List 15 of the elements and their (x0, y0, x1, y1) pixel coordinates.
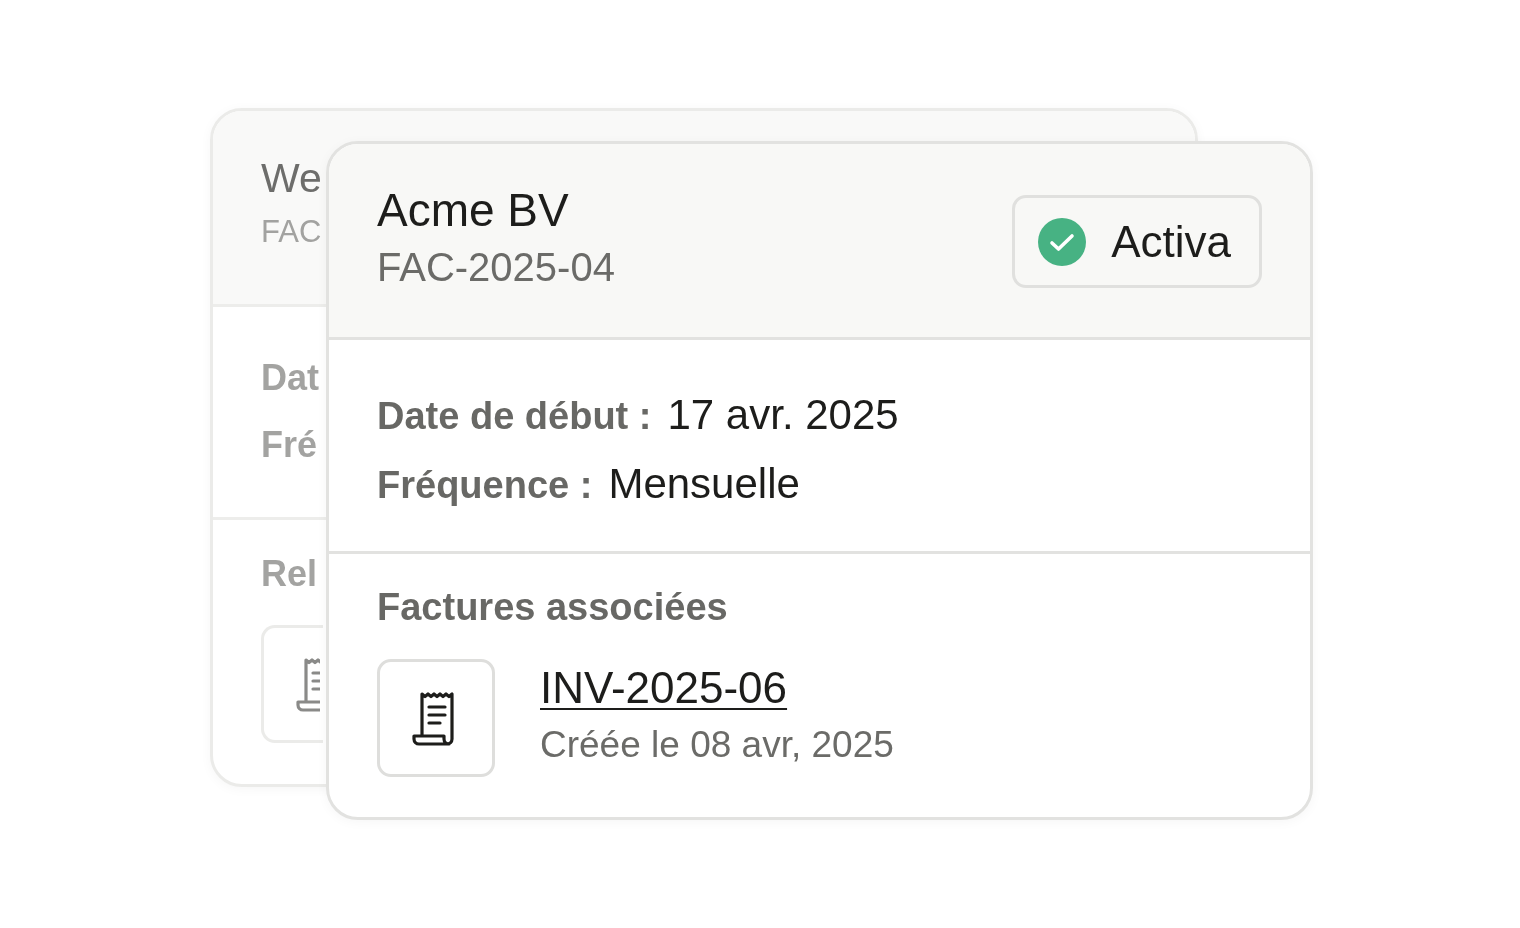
field-value: Mensuelle (608, 459, 800, 509)
card-title: We (261, 154, 322, 203)
field-label: Fré (261, 423, 318, 466)
card-subtitle: FAC-2025-04 (377, 244, 615, 291)
field-value: 17 avr. 2025 (667, 390, 899, 440)
section-title: Rel (261, 552, 318, 595)
field-label: Dat (261, 356, 319, 399)
invoice-link[interactable]: INV-2025-06 (540, 661, 788, 714)
field-label: Fréquence : (377, 463, 593, 508)
status-label: Activa (1111, 215, 1231, 268)
field-label: Date de début : (377, 394, 652, 439)
invoice-date: Créée le 08 avr, 2025 (540, 723, 894, 767)
card-title: Acme BV (377, 183, 570, 238)
card-subtitle: FAC (261, 213, 322, 251)
section-title: Factures associées (377, 586, 729, 629)
